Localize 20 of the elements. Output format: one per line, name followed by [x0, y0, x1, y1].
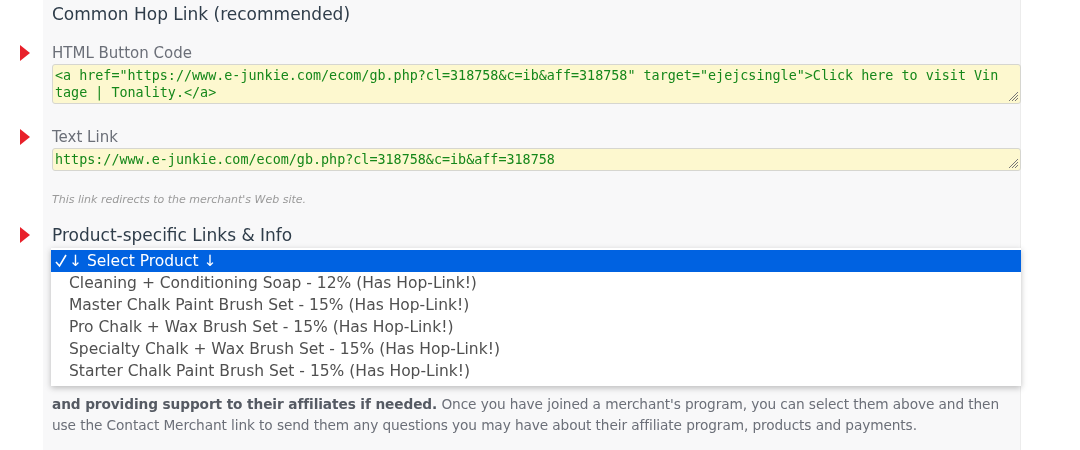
- code-field[interactable]: https://www.e-junkie.com/ecom/gb.php?cl=318758&c=ib&aff=318758: [52, 148, 1021, 171]
- dropdown-option[interactable]: Master Chalk Paint Brush Set - 15% (Has Hop-Link!): [51, 294, 1021, 316]
- triangle-marker-icon: [20, 227, 30, 243]
- field-label: HTML Button Code: [52, 44, 192, 62]
- dropdown-option[interactable]: Specialty Chalk + Wax Brush Set - 15% (Has Hop-Link!): [51, 338, 1021, 360]
- field-label: Text Link: [52, 128, 118, 146]
- triangle-marker-icon: [20, 45, 30, 61]
- triangle-marker-icon: [20, 129, 30, 145]
- resize-grip-icon[interactable]: [1008, 91, 1018, 101]
- dropdown-option[interactable]: ↓ Select Product ↓: [51, 250, 1021, 272]
- checkmark-icon: [55, 254, 67, 268]
- code-field[interactable]: <a href="https://www.e-junkie.com/ecom/gb.php?cl=318758&c=ib&aff=318758" target="ejejcsingle">Click here to visit Vintage | Tonality.</a>: [52, 64, 1021, 104]
- hint-text: This link redirects to the merchant's Web site.: [52, 193, 307, 206]
- dropdown-option[interactable]: Pro Chalk + Wax Brush Set - 15% (Has Hop-Link!): [51, 316, 1021, 338]
- section-heading: Common Hop Link (recommended): [52, 4, 352, 26]
- info-paragraph: and providing support to their affiliates if needed. Once you have joined a merchant's program, you can select them above and then use the Contact Merchant link to send them any questions you may have about their affiliate program, products and payments.: [52, 395, 1000, 435]
- resize-grip-icon[interactable]: [1008, 158, 1018, 168]
- section-heading: Product-specific Links & Info: [52, 225, 293, 245]
- dropdown-option[interactable]: Cleaning + Conditioning Soap - 12% (Has Hop-Link!): [51, 272, 1021, 294]
- dropdown-option[interactable]: Starter Chalk Paint Brush Set - 15% (Has Hop-Link!): [51, 360, 1021, 382]
